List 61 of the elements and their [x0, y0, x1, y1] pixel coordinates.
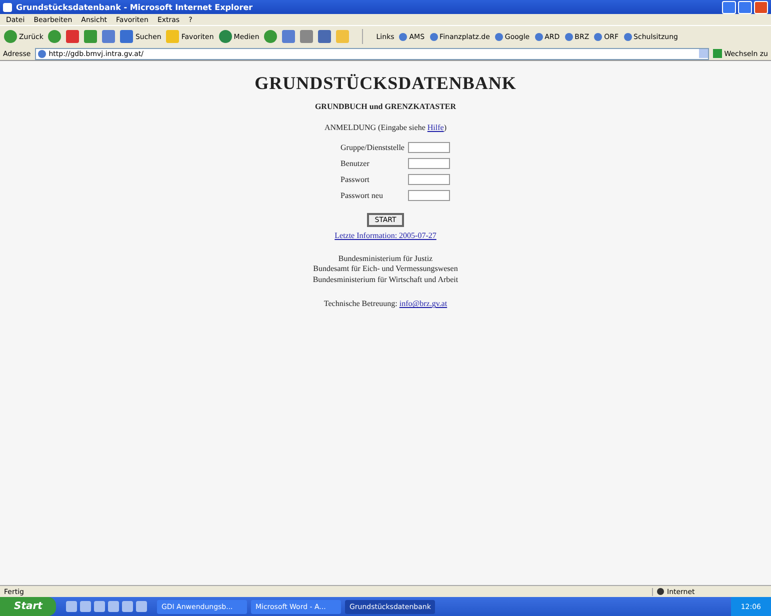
toolbar-button[interactable]	[264, 30, 278, 43]
page-icon	[564, 32, 573, 40]
toolbar-button[interactable]	[300, 30, 314, 43]
field-label: Benutzer	[340, 159, 370, 168]
help-link[interactable]: Hilfe	[427, 123, 444, 132]
toolbar-icon	[264, 30, 278, 43]
close-button[interactable]	[754, 0, 768, 14]
login-text: ANMELDUNG (Eingabe siehe	[324, 123, 426, 132]
minimize-button[interactable]	[722, 0, 736, 14]
field-label: Gruppe/Dienststelle	[340, 143, 404, 152]
page-icon	[534, 32, 543, 40]
email-link[interactable]: info@brz.gv.at	[399, 299, 448, 308]
maximize-button[interactable]	[738, 0, 752, 14]
toolbar-button[interactable]	[84, 30, 98, 43]
toolbar-button[interactable]	[318, 30, 332, 43]
toolbar-icon	[48, 30, 62, 43]
toolbar-icon	[300, 30, 314, 43]
toolbar-icon	[4, 30, 17, 43]
page-icon	[494, 32, 503, 40]
ministry-name: Bundesministerium für Justiz	[337, 254, 434, 264]
quick-launch-icon[interactable]	[94, 601, 106, 612]
toolbar-icon	[218, 30, 232, 43]
toolbar-icon	[166, 30, 180, 43]
toolbar-button[interactable]	[102, 30, 116, 43]
input-field[interactable]	[408, 142, 450, 153]
page-icon	[624, 32, 632, 40]
toolbar-button[interactable]	[66, 30, 80, 43]
quick-launch-icon[interactable]	[66, 601, 78, 612]
toolbar-icon	[66, 30, 80, 43]
toolbar-button[interactable]	[48, 30, 62, 43]
start-button[interactable]: Start	[0, 597, 56, 616]
toolbar-icon	[336, 30, 350, 43]
support-text: Technische Betreuung:	[324, 299, 398, 308]
field-label: Passwort	[340, 175, 370, 184]
ministry-name: Bundesamt für Eich- und Vermessungswesen	[312, 264, 458, 275]
input-field[interactable]	[408, 190, 450, 201]
login-text: )	[444, 123, 446, 132]
quick-launch-icon[interactable]	[80, 601, 92, 612]
dropdown-icon	[699, 49, 708, 58]
window-title: Grundstücksdatenbank - Microsoft Internet Explorer	[16, 2, 254, 12]
toolbar-button[interactable]	[282, 30, 296, 43]
page-heading: GRUNDSTÜCKSDATENBANK	[254, 73, 516, 94]
page-subheading: GRUNDBUCH und GRENZKATASTER	[314, 102, 456, 111]
page-icon	[430, 32, 438, 40]
info-link[interactable]: Letzte Information: 2005-07-27	[334, 231, 436, 240]
browser-icon	[3, 2, 12, 12]
page-icon	[399, 32, 408, 40]
quick-launch-icon[interactable]	[136, 601, 148, 612]
toolbar-icon	[318, 30, 332, 43]
toolbar-icon	[102, 30, 116, 43]
input-field[interactable]	[408, 174, 450, 185]
page-icon	[594, 32, 602, 40]
quick-launch-icon[interactable]	[122, 601, 134, 612]
input-field[interactable]	[408, 158, 450, 169]
toolbar-icon	[120, 30, 134, 43]
quick-launch-icon[interactable]	[108, 601, 120, 612]
field-label: Passwort neu	[340, 191, 384, 200]
ministry-name: Bundesministerium für Wirtschaft und Arbeit	[312, 274, 458, 286]
toolbar-icon	[282, 30, 296, 43]
page-icon	[38, 50, 46, 58]
toolbar-icon	[84, 30, 98, 43]
